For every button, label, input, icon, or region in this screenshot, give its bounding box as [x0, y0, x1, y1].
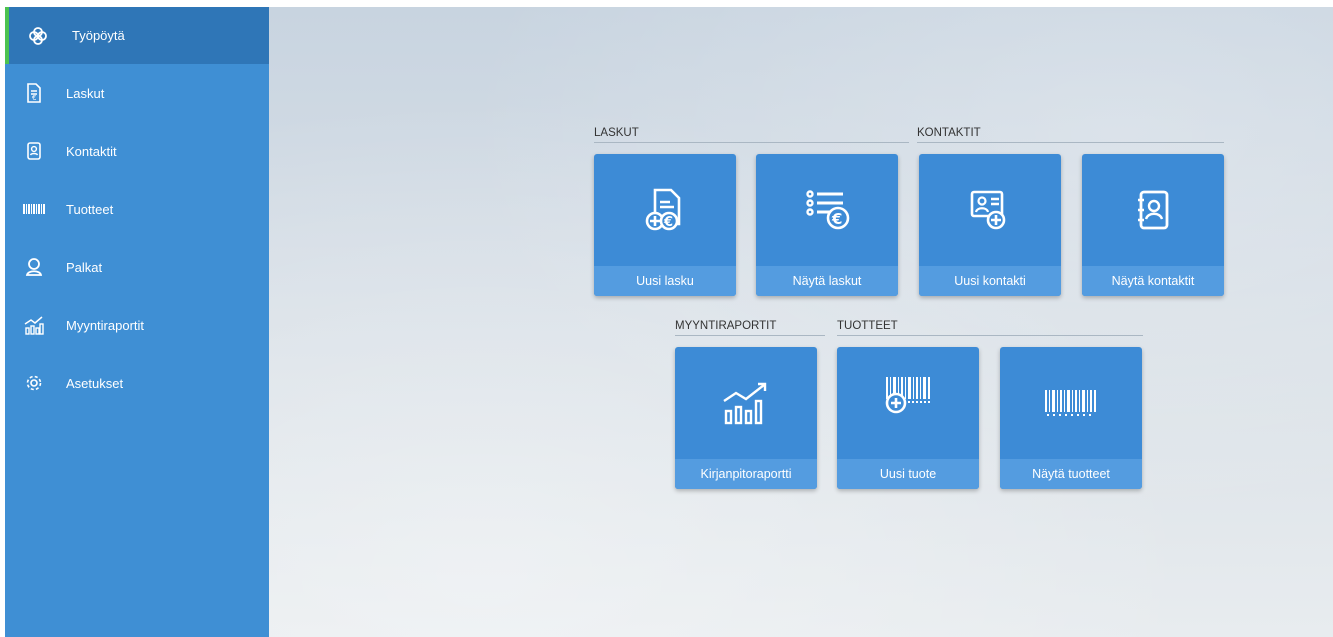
sidebar-item-tuotteet[interactable]: Tuotteet — [5, 180, 269, 238]
show-contacts-tile[interactable]: Näytä kontaktit — [1082, 154, 1224, 296]
svg-text:€: € — [831, 210, 842, 228]
svg-text:€: € — [32, 94, 36, 102]
sidebar-item-label: Kontaktit — [66, 143, 117, 159]
barcode-icon — [23, 198, 45, 220]
sidebar-item-label: Palkat — [66, 259, 103, 275]
sidebar-item-laskut[interactable]: € Laskut — [5, 64, 269, 122]
new-product-barcode-icon — [837, 365, 979, 425]
sidebar-item-myyntiraportit[interactable]: Myyntiraportit — [5, 296, 269, 354]
contacts-icon — [23, 140, 45, 162]
new-contact-icon — [919, 180, 1061, 240]
sidebar-item-label: Työpöytä — [72, 28, 125, 43]
sidebar-item-tyopoyta[interactable]: Työpöytä — [5, 7, 269, 64]
tile-label: Näytä laskut — [756, 266, 898, 296]
sidebar-item-label: Myyntiraportit — [66, 317, 145, 333]
sidebar-item-kontaktit[interactable]: Kontaktit — [5, 122, 269, 180]
svg-text:€: € — [663, 215, 673, 230]
dashboard-area: LASKUT KONTAKTIT MYYNTIRAPORTIT TUOTTEET… — [269, 7, 1333, 637]
tile-label: Näytä tuotteet — [1000, 459, 1142, 489]
tile-label: Näytä kontaktit — [1082, 266, 1224, 296]
sidebar-item-asetukset[interactable]: Asetukset — [5, 354, 269, 412]
sidebar-item-label: Laskut — [66, 85, 105, 101]
sales-chart-icon — [675, 373, 817, 433]
new-product-tile[interactable]: Uusi tuote — [837, 347, 979, 489]
tile-label: Uusi kontakti — [919, 266, 1061, 296]
sidebar-item-palkat[interactable]: Palkat — [5, 238, 269, 296]
invoice-list-icon: € — [756, 180, 898, 240]
section-laskut-heading: LASKUT — [594, 127, 909, 143]
accounting-report-tile[interactable]: Kirjanpitoraportti — [675, 347, 817, 489]
section-tuotteet-heading: TUOTTEET — [837, 320, 1143, 336]
show-products-tile[interactable]: Näytä tuotteet — [1000, 347, 1142, 489]
sidebar: Työpöytä € Laskut Kontaktit Tuotteet Pal… — [5, 7, 269, 637]
show-invoices-tile[interactable]: € Näytä laskut — [756, 154, 898, 296]
tile-label: Kirjanpitoraportti — [675, 459, 817, 489]
sidebar-item-label: Asetukset — [66, 375, 124, 391]
tile-label: Uusi tuote — [837, 459, 979, 489]
new-invoice-icon: € — [594, 180, 736, 240]
new-contact-tile[interactable]: Uusi kontakti — [919, 154, 1061, 296]
section-kontaktit-heading: KONTAKTIT — [917, 127, 1224, 143]
person-icon — [23, 256, 45, 278]
sidebar-item-label: Tuotteet — [66, 201, 114, 217]
section-myyntiraportit-heading: MYYNTIRAPORTIT — [675, 320, 825, 336]
address-book-icon — [1082, 180, 1224, 240]
new-invoice-tile[interactable]: € Uusi lasku — [594, 154, 736, 296]
chart-icon — [23, 314, 45, 336]
tile-label: Uusi lasku — [594, 266, 736, 296]
dashboard-icon — [27, 25, 49, 47]
gear-icon — [23, 372, 45, 394]
invoice-icon: € — [23, 82, 45, 104]
barcode-icon — [1000, 373, 1142, 433]
